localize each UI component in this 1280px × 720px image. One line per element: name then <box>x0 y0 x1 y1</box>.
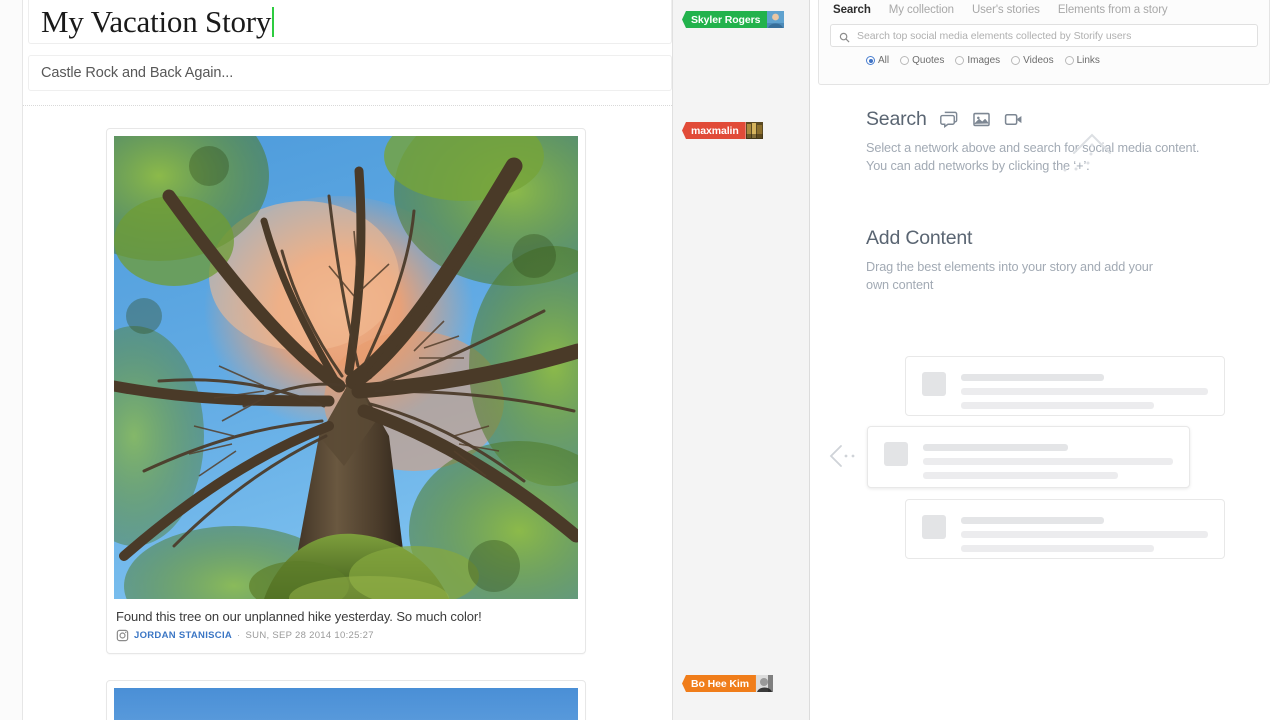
video-icon[interactable] <box>1004 110 1023 129</box>
filter-label: Quotes <box>912 55 944 66</box>
placeholder-line <box>923 472 1118 479</box>
add-content-description: Drag the best elements into your story a… <box>810 250 1155 294</box>
filter-links[interactable]: Links <box>1065 55 1100 66</box>
filter-all[interactable]: All <box>866 55 889 66</box>
placeholder-line <box>961 545 1154 552</box>
editor-divider <box>23 105 674 106</box>
story-editor-surface: My Vacation Story Castle Rock and Back A… <box>22 0 673 720</box>
search-header-box: Search My collection User's stories Elem… <box>818 0 1270 85</box>
filter-radio-group: All Quotes Images Videos Links <box>819 47 1269 66</box>
element-date: SUN, SEP 28 2014 10:25:27 <box>246 630 374 641</box>
instagram-icon <box>116 629 129 642</box>
element-author[interactable]: JORDAN STANISCIA <box>134 630 232 641</box>
story-title-input[interactable]: My Vacation Story <box>28 0 672 44</box>
story-subtitle-text: Castle Rock and Back Again... <box>41 65 233 81</box>
content-placeholder-card[interactable] <box>905 499 1225 559</box>
filter-label: Videos <box>1023 55 1053 66</box>
search-icon <box>839 30 850 41</box>
placeholder-thumbnail <box>884 442 908 466</box>
search-section-header: Search <box>810 108 1280 131</box>
collaborator-name: Skyler Rogers <box>682 11 767 28</box>
story-element-card[interactable] <box>106 680 586 720</box>
story-editor-column: My Vacation Story Castle Rock and Back A… <box>0 0 673 720</box>
panel-empty-state: Search <box>810 108 1280 720</box>
placeholder-line <box>961 402 1154 409</box>
collaborator-badge[interactable]: Skyler Rogers <box>682 11 784 28</box>
radio-indicator <box>1011 56 1020 65</box>
story-title-text: My Vacation Story <box>41 5 271 39</box>
placeholder-line <box>961 388 1208 395</box>
panel-tabs: Search My collection User's stories Elem… <box>819 0 1269 16</box>
placeholder-line <box>923 444 1068 451</box>
collaborator-badge[interactable]: Bo Hee Kim <box>682 675 773 692</box>
radio-indicator <box>955 56 964 65</box>
avatar <box>767 11 784 28</box>
search-input[interactable]: Search top social media elements collect… <box>830 24 1258 47</box>
meta-separator: · <box>237 630 240 641</box>
avatar <box>756 675 773 692</box>
placeholder-lines <box>961 372 1208 409</box>
content-search-panel: Search My collection User's stories Elem… <box>810 0 1280 720</box>
element-photo <box>114 688 578 720</box>
placeholder-line <box>961 531 1208 538</box>
search-section-description: Select a network above and search for so… <box>810 131 1210 175</box>
collaborator-badge[interactable]: maxmalin <box>682 122 763 139</box>
collaborators-gutter: Skyler Rogers maxmalin Bo Hee Kim <box>673 0 810 720</box>
radio-indicator <box>866 56 875 65</box>
filter-quotes[interactable]: Quotes <box>900 55 944 66</box>
content-placeholder-card-dragging[interactable] <box>867 426 1190 488</box>
filter-label: All <box>878 55 889 66</box>
add-content-title: Add Content <box>866 227 972 250</box>
placeholder-line <box>961 517 1104 524</box>
placeholder-thumbnail <box>922 515 946 539</box>
element-caption: Found this tree on our unplanned hike ye… <box>114 599 578 627</box>
search-placeholder: Search top social media elements collect… <box>857 30 1131 42</box>
search-section-title: Search <box>866 108 927 131</box>
image-icon[interactable] <box>972 110 991 129</box>
quote-bubble-icon[interactable] <box>940 110 959 129</box>
placeholder-line <box>923 458 1173 465</box>
placeholder-lines <box>923 442 1173 479</box>
filter-label: Links <box>1077 55 1100 66</box>
tab-search[interactable]: Search <box>833 4 871 16</box>
filter-videos[interactable]: Videos <box>1011 55 1053 66</box>
filter-label: Images <box>967 55 1000 66</box>
add-content-section-header: Add Content <box>810 175 1280 250</box>
placeholder-lines <box>961 515 1208 552</box>
placeholder-thumbnail <box>922 372 946 396</box>
collaborator-name: Bo Hee Kim <box>682 675 756 692</box>
text-caret <box>272 7 274 37</box>
radio-indicator <box>900 56 909 65</box>
storify-editor-app: My Vacation Story Castle Rock and Back A… <box>0 0 1280 720</box>
story-element-card[interactable]: Found this tree on our unplanned hike ye… <box>106 128 586 654</box>
placeholder-line <box>961 374 1104 381</box>
arrow-left-hint-icon <box>827 440 865 472</box>
element-photo <box>114 136 578 599</box>
tab-my-collection[interactable]: My collection <box>889 4 954 16</box>
filter-images[interactable]: Images <box>955 55 1000 66</box>
avatar <box>746 122 763 139</box>
collaborator-name: maxmalin <box>682 122 746 139</box>
tab-elements-from-a-story[interactable]: Elements from a story <box>1058 4 1168 16</box>
radio-indicator <box>1065 56 1074 65</box>
content-placeholder-card[interactable] <box>905 356 1225 416</box>
tab-users-stories[interactable]: User's stories <box>972 4 1040 16</box>
story-subtitle-input[interactable]: Castle Rock and Back Again... <box>28 55 672 91</box>
element-attribution: JORDAN STANISCIA · SUN, SEP 28 2014 10:2… <box>114 627 578 650</box>
